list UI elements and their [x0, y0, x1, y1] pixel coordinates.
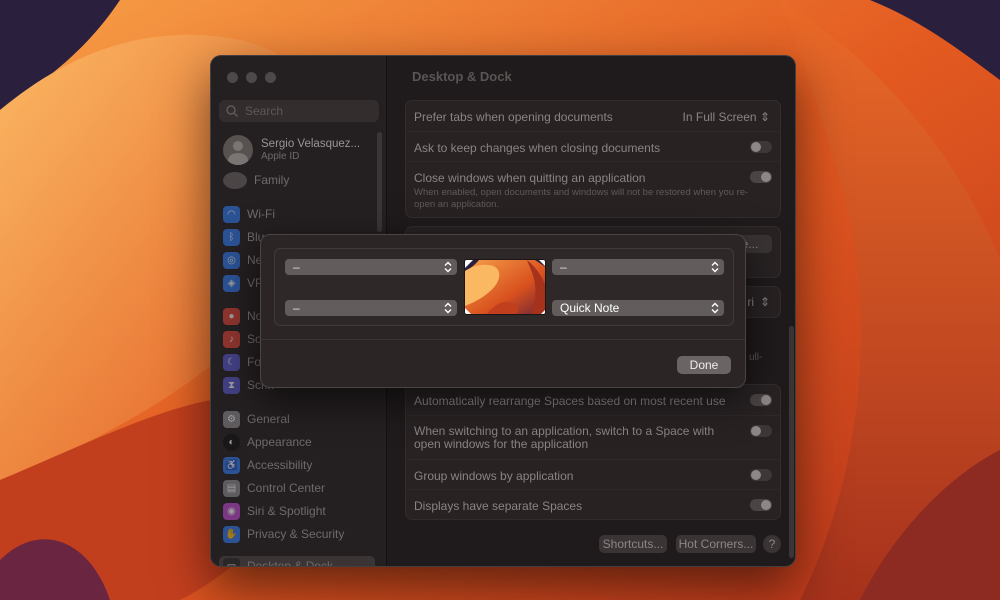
sidebar-item-siri-spotlight[interactable]: ◉ Siri & Spotlight	[223, 501, 375, 521]
spaces-settings-group: Automatically rearrange Spaces based on …	[405, 384, 781, 520]
truncated-text: ull-	[749, 352, 763, 363]
sidebar-item-label: Family	[254, 173, 290, 187]
screen-preview-image	[464, 259, 546, 315]
close-windows-toggle[interactable]	[750, 171, 772, 183]
prefer-tabs-popup[interactable]: In Full Screen ⇕	[683, 110, 770, 124]
group-windows-toggle[interactable]	[750, 469, 772, 481]
screen-time-icon: ⧗	[223, 376, 240, 394]
top-left-corner-select[interactable]: –	[285, 259, 457, 275]
sidebar-scrollbar[interactable]	[377, 132, 382, 232]
close-window-button[interactable]	[227, 72, 238, 83]
wifi-icon: ◠	[223, 205, 240, 223]
sidebar-item-label: Desktop & Dock	[247, 559, 334, 567]
siri-icon: ◉	[223, 502, 240, 520]
account-item[interactable]: Sergio Velasquez... Apple ID	[223, 134, 373, 166]
sidebar-item-appearance[interactable]: ◐ Appearance	[223, 432, 375, 452]
minimize-window-button[interactable]	[246, 72, 257, 83]
avatar	[223, 135, 253, 165]
group-windows-row: Group windows by application	[406, 459, 780, 489]
close-windows-row: Close windows when quitting an applicati…	[406, 161, 780, 217]
accessibility-icon: ♿	[223, 456, 240, 474]
bluetooth-icon: ᛒ	[223, 228, 240, 246]
auto-rearrange-label: Automatically rearrange Spaces based on …	[414, 394, 726, 408]
hot-corners-button[interactable]: Hot Corners...	[676, 535, 756, 553]
prefer-tabs-label: Prefer tabs when opening documents	[414, 110, 613, 124]
sidebar-item-label: General	[247, 412, 290, 426]
sidebar-item-label: Privacy & Security	[247, 527, 345, 541]
sidebar-item-desktop-dock[interactable]: ▭ Desktop & Dock	[219, 556, 375, 567]
windows-settings-group: Prefer tabs when opening documents In Fu…	[405, 100, 781, 218]
sidebar-item-family[interactable]: Family	[223, 170, 375, 190]
auto-rearrange-toggle[interactable]	[750, 394, 772, 406]
search-input[interactable]: Search	[219, 100, 379, 122]
hot-corners-sheet: – – – Quick Note Done	[260, 234, 746, 388]
shortcuts-button[interactable]: Shortcuts...	[599, 535, 667, 553]
chevron-updown-icon	[444, 302, 452, 314]
control-center-icon: ▤	[223, 479, 240, 497]
switch-space-row: When switching to an application, switch…	[406, 415, 780, 459]
account-subtitle: Apple ID	[261, 151, 300, 162]
hot-corners-panel: – – – Quick Note	[274, 248, 734, 326]
search-icon	[226, 105, 239, 118]
focus-icon: ☾	[223, 353, 240, 371]
bottom-left-corner-value: –	[293, 301, 300, 315]
notifications-icon: ●	[223, 307, 240, 325]
dock-icon: ▭	[223, 557, 240, 566]
help-button[interactable]: ?	[763, 535, 781, 553]
chevron-updown-icon: ⇕	[759, 295, 770, 309]
close-windows-description: When enabled, open documents and windows…	[414, 187, 749, 210]
top-left-corner-value: –	[293, 260, 300, 274]
sidebar-item-accessibility[interactable]: ♿ Accessibility	[223, 455, 375, 475]
ask-keep-changes-label: Ask to keep changes when closing documen…	[414, 141, 661, 155]
separate-spaces-label: Displays have separate Spaces	[414, 499, 583, 513]
prefer-tabs-row: Prefer tabs when opening documents In Fu…	[406, 101, 780, 131]
vpn-icon: ◈	[223, 274, 240, 292]
close-windows-label: Close windows when quitting an applicati…	[414, 171, 646, 185]
sidebar-item-wifi[interactable]: ◠ Wi-Fi	[223, 204, 375, 224]
sidebar-item-control-center[interactable]: ▤ Control Center	[223, 478, 375, 498]
top-right-corner-value: –	[560, 260, 567, 274]
bottom-right-corner-select[interactable]: Quick Note	[552, 300, 724, 316]
window-controls	[227, 72, 276, 83]
bottom-left-corner-select[interactable]: –	[285, 300, 457, 316]
hand-icon: ✋	[223, 525, 240, 543]
ask-keep-changes-toggle[interactable]	[750, 141, 772, 153]
sidebar-item-general[interactable]: ⚙ General	[223, 409, 375, 429]
group-windows-label: Group windows by application	[414, 469, 574, 483]
sidebar-item-label: Siri & Spotlight	[247, 504, 326, 518]
separate-spaces-toggle[interactable]	[750, 499, 772, 511]
top-right-corner-select[interactable]: –	[552, 259, 724, 275]
network-icon: ◎	[223, 251, 240, 269]
account-name: Sergio Velasquez...	[261, 138, 361, 150]
sidebar-item-label: Wi-Fi	[247, 207, 275, 221]
prefer-tabs-value: In Full Screen	[682, 110, 757, 124]
sidebar-item-label: Accessibility	[247, 458, 313, 472]
switch-space-label: When switching to an application, switch…	[414, 424, 715, 451]
bottom-right-corner-value: Quick Note	[560, 301, 620, 315]
gear-icon: ⚙	[223, 410, 240, 428]
page-title: Desktop & Dock	[412, 69, 512, 84]
chevron-updown-icon	[711, 302, 719, 314]
search-placeholder: Search	[245, 104, 284, 118]
chevron-updown-icon: ⇕	[759, 110, 770, 124]
appearance-icon: ◐	[223, 433, 240, 451]
sheet-divider	[261, 339, 745, 340]
ask-keep-changes-row: Ask to keep changes when closing documen…	[406, 131, 780, 161]
sound-icon: ♪	[223, 330, 240, 348]
sidebar-item-privacy-security[interactable]: ✋ Privacy & Security	[223, 524, 375, 544]
family-icon	[223, 171, 247, 189]
switch-space-toggle[interactable]	[750, 425, 772, 437]
separate-spaces-row: Displays have separate Spaces	[406, 489, 780, 519]
zoom-window-button[interactable]	[265, 72, 276, 83]
default-browser-value[interactable]: ri	[747, 295, 754, 309]
chevron-updown-icon	[444, 261, 452, 273]
sidebar-item-label: Appearance	[247, 435, 312, 449]
chevron-updown-icon	[711, 261, 719, 273]
done-button[interactable]: Done	[677, 356, 731, 374]
content-scrollbar[interactable]	[789, 326, 794, 558]
sidebar-item-label: Control Center	[247, 481, 326, 495]
auto-rearrange-row: Automatically rearrange Spaces based on …	[406, 385, 780, 415]
